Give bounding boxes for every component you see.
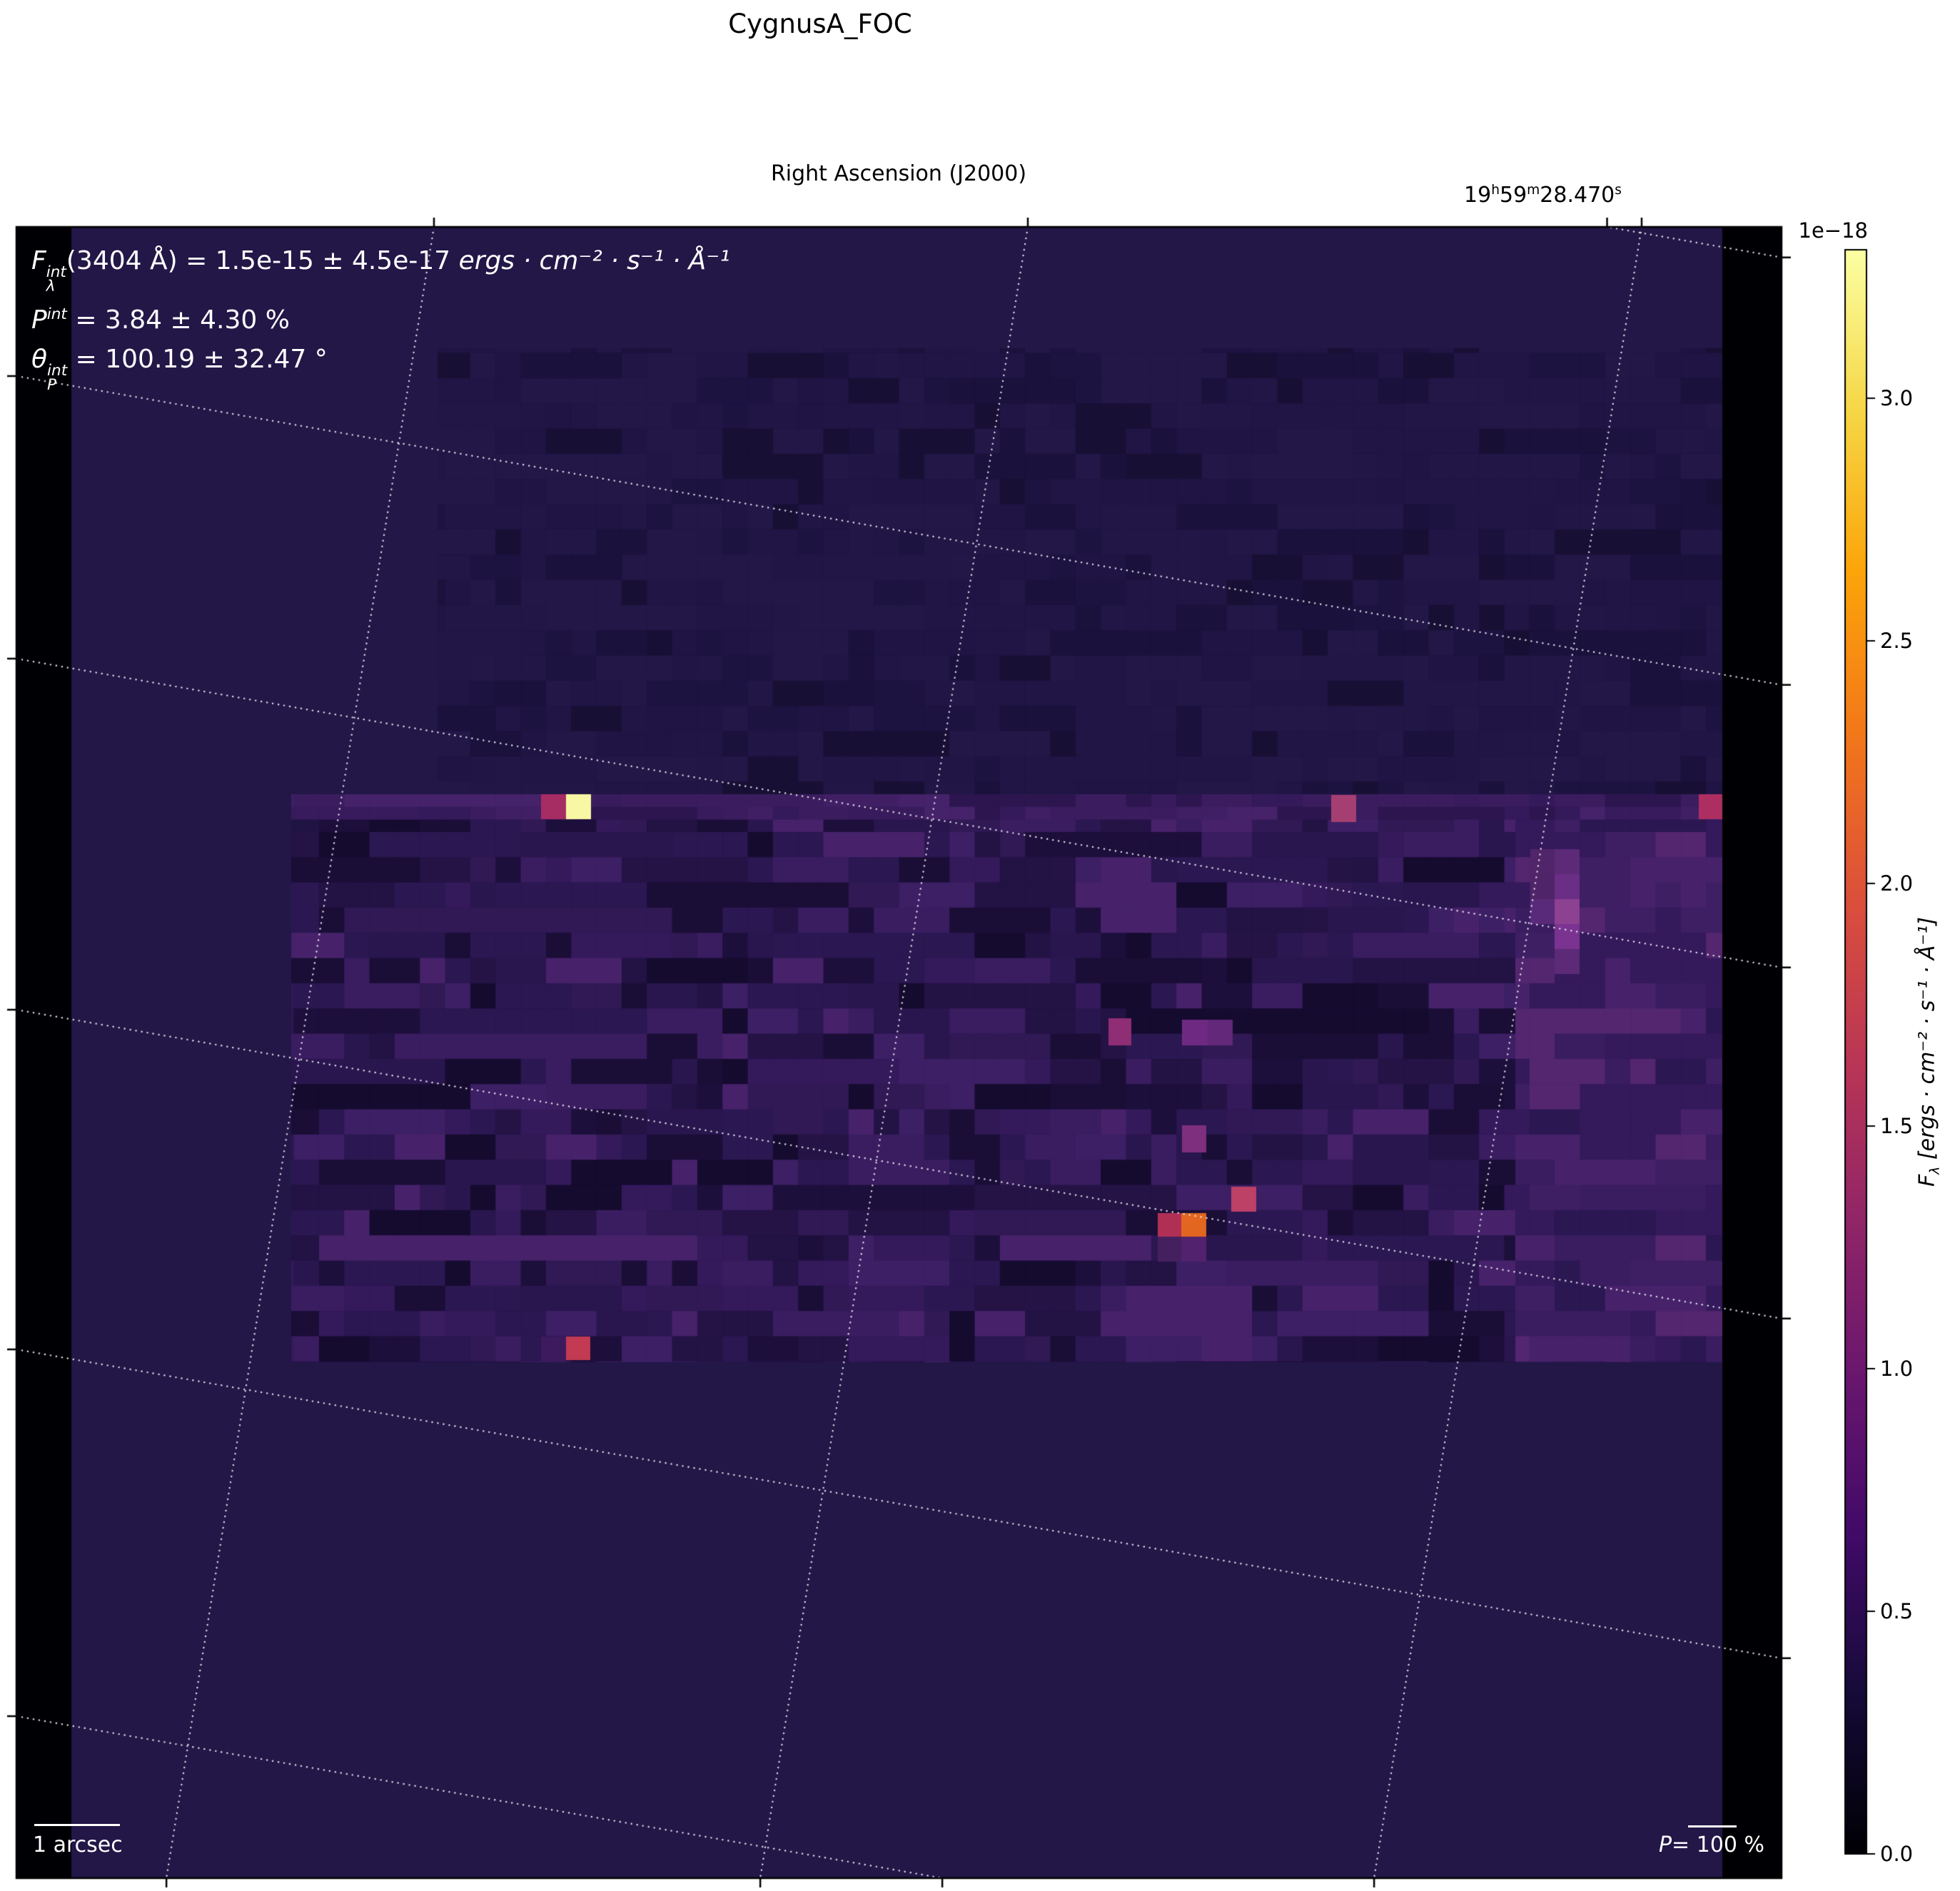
annotation-angle-line: θ int P = 100.19 ± 32.47 ° bbox=[31, 340, 730, 393]
colorbar-label-subscript: λ bbox=[1927, 1166, 1943, 1175]
annotation-polarization-line: Pint = 3.84 ± 4.30 % bbox=[31, 295, 730, 340]
colorbar-label-symbol: F bbox=[1914, 1174, 1940, 1187]
figure-title: CygnusA_FOC bbox=[728, 9, 912, 39]
colorbar-tick-label: 2.5 bbox=[1880, 629, 1914, 654]
ra-tick-minutes-unit: m bbox=[1527, 183, 1540, 198]
figure: CygnusA_FOC Right Ascension (J2000) 19h5… bbox=[0, 0, 1960, 1891]
colorbar-tick-label: 1.5 bbox=[1880, 1114, 1914, 1139]
polarization-scalebar-line bbox=[1688, 1825, 1737, 1827]
annotation-flux-line: Fint λ (3404 Å) = 1.5e-15 ± 4.5e-17 ergs ·… bbox=[31, 241, 730, 295]
polarization-symbol: P bbox=[31, 305, 47, 335]
angle-value: = 100.19 ± 32.47 ° bbox=[67, 344, 328, 374]
colorbar-offset-label: 1e−18 bbox=[1798, 218, 1869, 243]
colorbar-tick-label: 3.0 bbox=[1880, 386, 1914, 411]
ra-tick-minutes: 59 bbox=[1499, 183, 1527, 208]
ra-tick-hours: 19 bbox=[1464, 183, 1492, 208]
integrated-measurements-annotation: Fint λ (3404 Å) = 1.5e-15 ± 4.5e-17 ergs ·… bbox=[31, 241, 730, 393]
colorbar-tick-label: 0.0 bbox=[1880, 1842, 1914, 1866]
polarization-value: = 3.84 ± 4.30 % bbox=[66, 305, 290, 335]
colorbar-tick-label: 0.5 bbox=[1880, 1599, 1914, 1623]
colorbar-axis-label: Fλ [ergs · cm⁻² · s⁻¹ · Å⁻¹] bbox=[1915, 917, 1943, 1187]
colorbar-label-units: [ergs · cm⁻² · s⁻¹ · Å⁻¹] bbox=[1914, 917, 1940, 1167]
flux-symbol: F bbox=[31, 246, 46, 275]
flux-subscript: λ bbox=[46, 278, 56, 296]
arcsec-scalebar-line bbox=[34, 1824, 120, 1826]
flux-units: ergs · cm⁻² · s⁻¹ · Å⁻¹ bbox=[458, 246, 730, 275]
colorbar-tick-label: 1.0 bbox=[1880, 1357, 1914, 1382]
polarization-scalebar-symbol: P bbox=[1658, 1832, 1672, 1857]
top-axis-label: Right Ascension (J2000) bbox=[770, 161, 1027, 186]
arcsec-scalebar-label: 1 arcsec bbox=[33, 1832, 123, 1857]
polarization-scalebar-label: P= 100 % bbox=[1659, 1832, 1764, 1857]
ra-tick-seconds: 28.470 bbox=[1540, 183, 1615, 208]
polarization-superscript: int bbox=[46, 305, 67, 323]
flux-value: (3404 Å) = 1.5e-15 ± 4.5e-17 bbox=[66, 246, 459, 275]
ra-tick-hours-unit: h bbox=[1491, 183, 1500, 198]
colorbar-tick-label: 2.0 bbox=[1880, 871, 1914, 896]
ra-tick-seconds-unit: s bbox=[1615, 183, 1622, 198]
ra-tick-label: 19h59m28.470s bbox=[1464, 183, 1622, 208]
angle-subscript: P bbox=[47, 376, 57, 395]
angle-symbol: θ bbox=[31, 344, 48, 374]
polarization-scalebar-value: = 100 % bbox=[1672, 1832, 1765, 1857]
